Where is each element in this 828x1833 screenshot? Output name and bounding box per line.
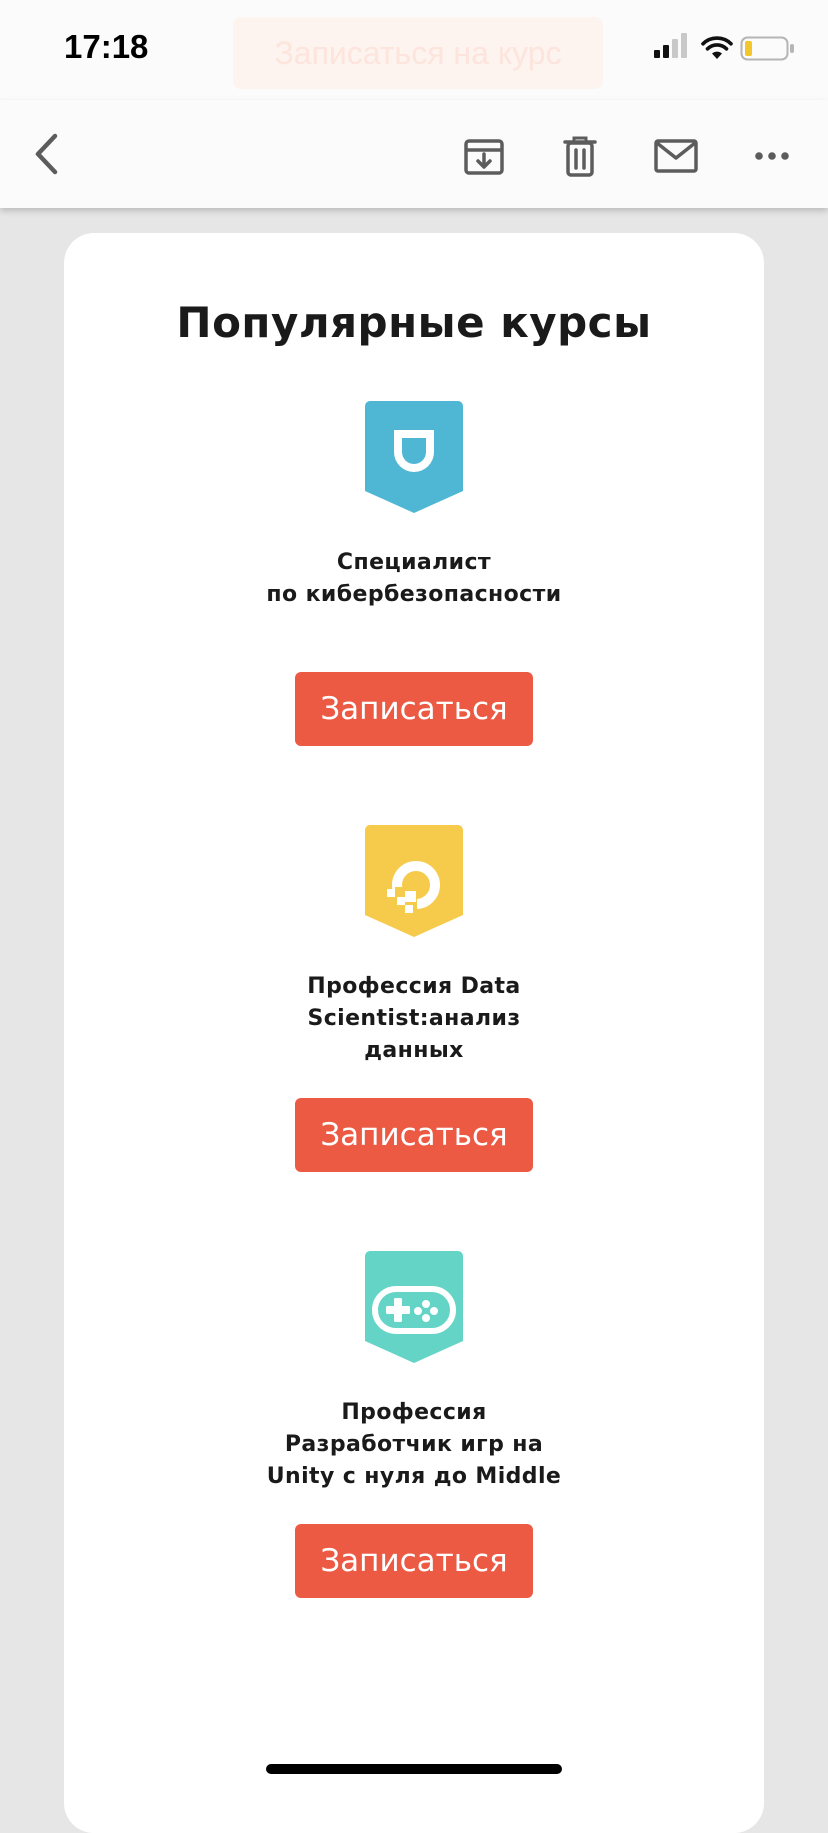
home-indicator: [266, 1764, 562, 1774]
enroll-button[interactable]: Записаться: [295, 1524, 533, 1598]
battery-low-icon: [740, 36, 794, 61]
chevron-left-icon: [35, 133, 58, 175]
ellipsis-icon: [755, 152, 789, 160]
status-bar: 17:18 Записаться на курс: [0, 0, 828, 100]
ghost-banner: Записаться на курс: [233, 17, 603, 89]
gamepad-icon: [365, 1251, 463, 1363]
delete-button[interactable]: [552, 128, 608, 184]
course-title: Профессия Data Scientist:анализ данных: [307, 974, 521, 1063]
cellular-signal-icon: [654, 33, 687, 58]
gamepad-icon-badge: [365, 1251, 463, 1363]
wifi-icon: [701, 36, 733, 59]
shield-icon: [365, 401, 463, 513]
mail-toolbar: [0, 100, 828, 208]
course-title: Специалист по кибербезопасности: [266, 550, 562, 607]
status-time: 17:18: [64, 28, 149, 65]
trash-icon: [563, 136, 597, 177]
section-heading: Популярные курсы: [176, 298, 652, 347]
mail-button[interactable]: [648, 128, 704, 184]
back-button[interactable]: [18, 122, 74, 186]
data-science-icon-badge: [365, 825, 463, 937]
mail-icon: [654, 139, 698, 173]
more-button[interactable]: [744, 128, 800, 184]
archive-icon: [464, 139, 504, 175]
archive-button[interactable]: [456, 128, 512, 184]
data-science-icon: [365, 825, 463, 937]
course-title: Профессия Разработчик игр на Unity с нул…: [266, 1400, 562, 1489]
enroll-button[interactable]: Записаться: [295, 1098, 533, 1172]
enroll-button[interactable]: Записаться: [295, 672, 533, 746]
